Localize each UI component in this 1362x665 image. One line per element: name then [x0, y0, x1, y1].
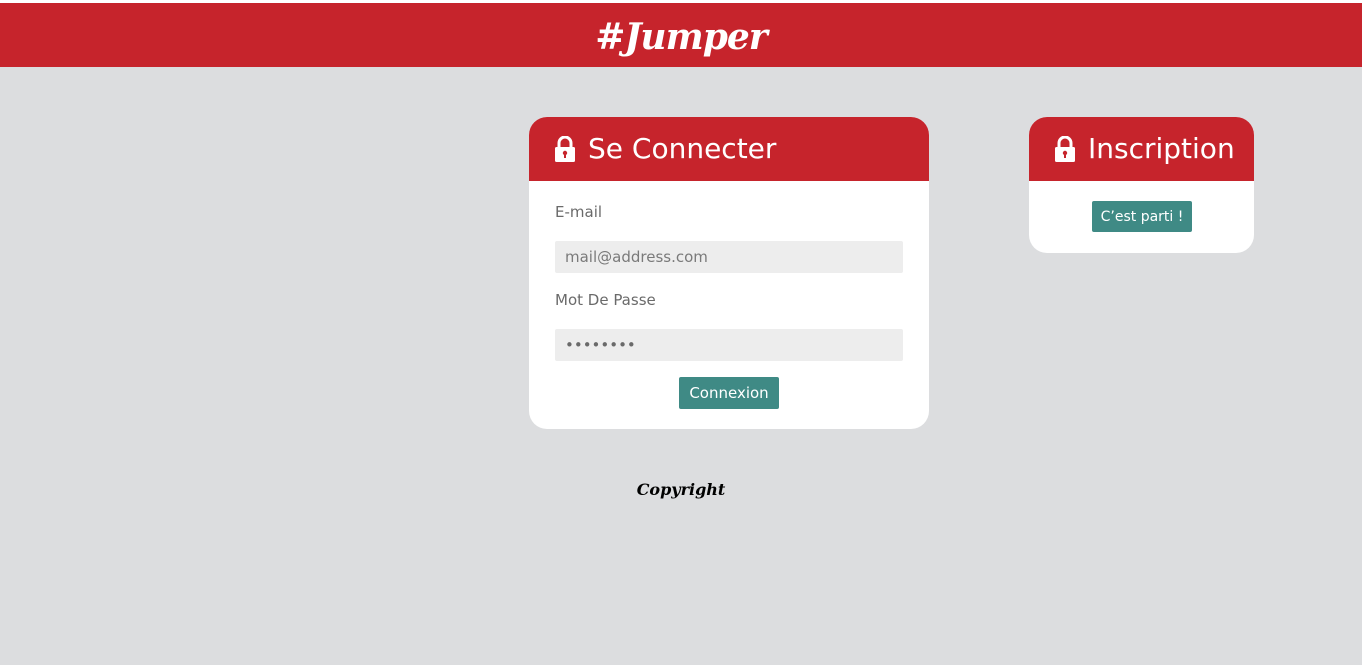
password-label: Mot De Passe [555, 291, 656, 309]
signup-card-header: Inscription [1029, 117, 1254, 181]
email-label: E-mail [555, 203, 603, 221]
login-card-header: Se Connecter [529, 117, 929, 181]
footer-copyright: Copyright [636, 480, 726, 499]
signup-card: Inscription C’est parti ! [1029, 117, 1254, 253]
login-card: Se Connecter E-mail Mot De Passe Connexi… [529, 117, 929, 429]
connexion-button[interactable]: Connexion [679, 377, 779, 409]
signup-title: Inscription [1088, 132, 1235, 165]
site-header: #Jumper [0, 3, 1362, 67]
brand-logo[interactable]: #Jumper [0, 15, 1362, 59]
login-title: Se Connecter [588, 132, 777, 165]
lock-icon [555, 136, 575, 162]
email-field[interactable] [555, 241, 903, 273]
lock-icon [1055, 136, 1075, 162]
password-field[interactable] [555, 329, 903, 361]
start-signup-button[interactable]: C’est parti ! [1092, 201, 1192, 232]
